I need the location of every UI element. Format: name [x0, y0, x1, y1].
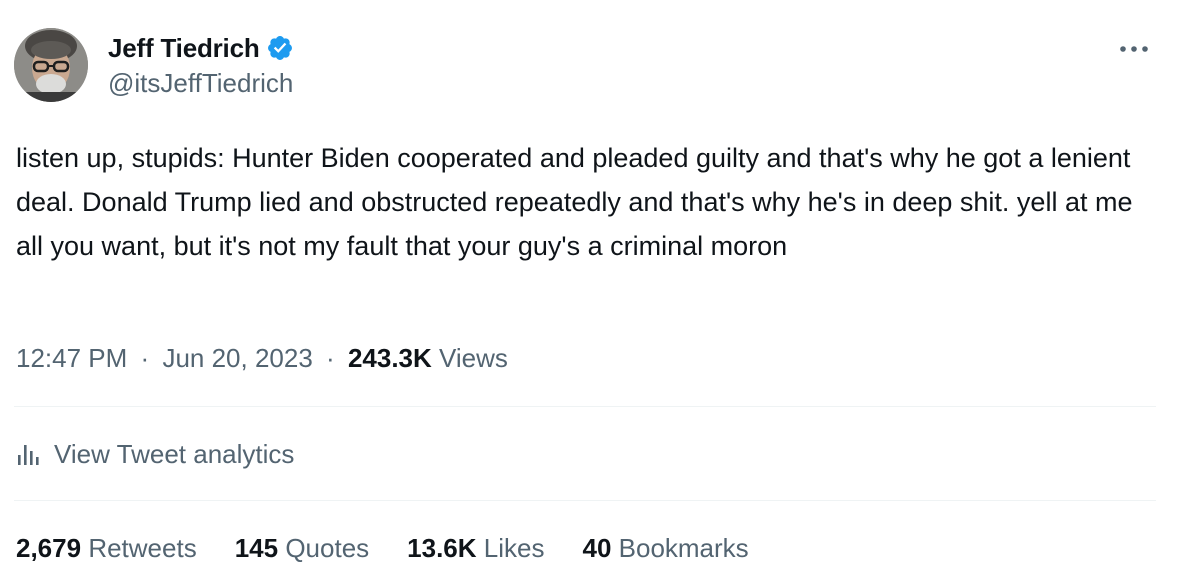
views-count: 243.3K: [347, 343, 432, 373]
quotes-label: Quotes: [285, 532, 370, 563]
likes-count: 13.6K: [407, 532, 477, 563]
analytics-bar-chart-icon: [18, 445, 39, 465]
retweets-label: Retweets: [88, 532, 197, 563]
tweet-card: Jeff Tiedrich @itsJeffTiedrich listen up…: [0, 0, 1180, 582]
tweet-text: listen up, stupids: Hunter Biden coopera…: [16, 143, 1140, 261]
likes-stat[interactable]: 13.6K Likes: [407, 533, 544, 564]
tweet-date[interactable]: Jun 20, 2023: [162, 343, 312, 373]
more-horizontal-icon: [1120, 46, 1148, 52]
display-name-row: Jeff Tiedrich: [108, 30, 294, 66]
likes-label: Likes: [483, 532, 545, 563]
display-name[interactable]: Jeff Tiedrich: [108, 33, 260, 64]
views-label: Views: [439, 343, 508, 373]
tweet-header: Jeff Tiedrich @itsJeffTiedrich: [14, 28, 1164, 108]
author-handle[interactable]: @itsJeffTiedrich: [108, 68, 294, 99]
tweet-time[interactable]: 12:47 PM: [16, 343, 127, 373]
quotes-stat[interactable]: 145 Quotes: [235, 533, 369, 564]
bookmarks-count: 40: [582, 532, 612, 563]
engagement-stats: 2,679 Retweets 145 Quotes 13.6K Likes 40…: [16, 528, 787, 568]
analytics-label: View Tweet analytics: [54, 438, 295, 469]
avatar-image: [14, 28, 88, 102]
retweets-stat[interactable]: 2,679 Retweets: [16, 533, 197, 564]
verified-badge-icon[interactable]: [266, 34, 294, 62]
bookmarks-stat[interactable]: 40 Bookmarks: [582, 533, 748, 564]
divider: [14, 406, 1156, 407]
tweet-meta: 12:47 PM · Jun 20, 2023 · 243.3K Views: [16, 338, 508, 378]
more-options-button[interactable]: [1114, 34, 1154, 64]
meta-separator: ·: [326, 343, 335, 373]
view-tweet-analytics-link[interactable]: View Tweet analytics: [16, 432, 294, 476]
retweets-count: 2,679: [16, 532, 82, 563]
author-names: Jeff Tiedrich @itsJeffTiedrich: [108, 30, 294, 99]
bookmarks-label: Bookmarks: [618, 532, 749, 563]
quotes-count: 145: [234, 532, 279, 563]
meta-separator: ·: [140, 343, 150, 373]
divider: [14, 500, 1156, 501]
avatar[interactable]: [14, 28, 88, 102]
